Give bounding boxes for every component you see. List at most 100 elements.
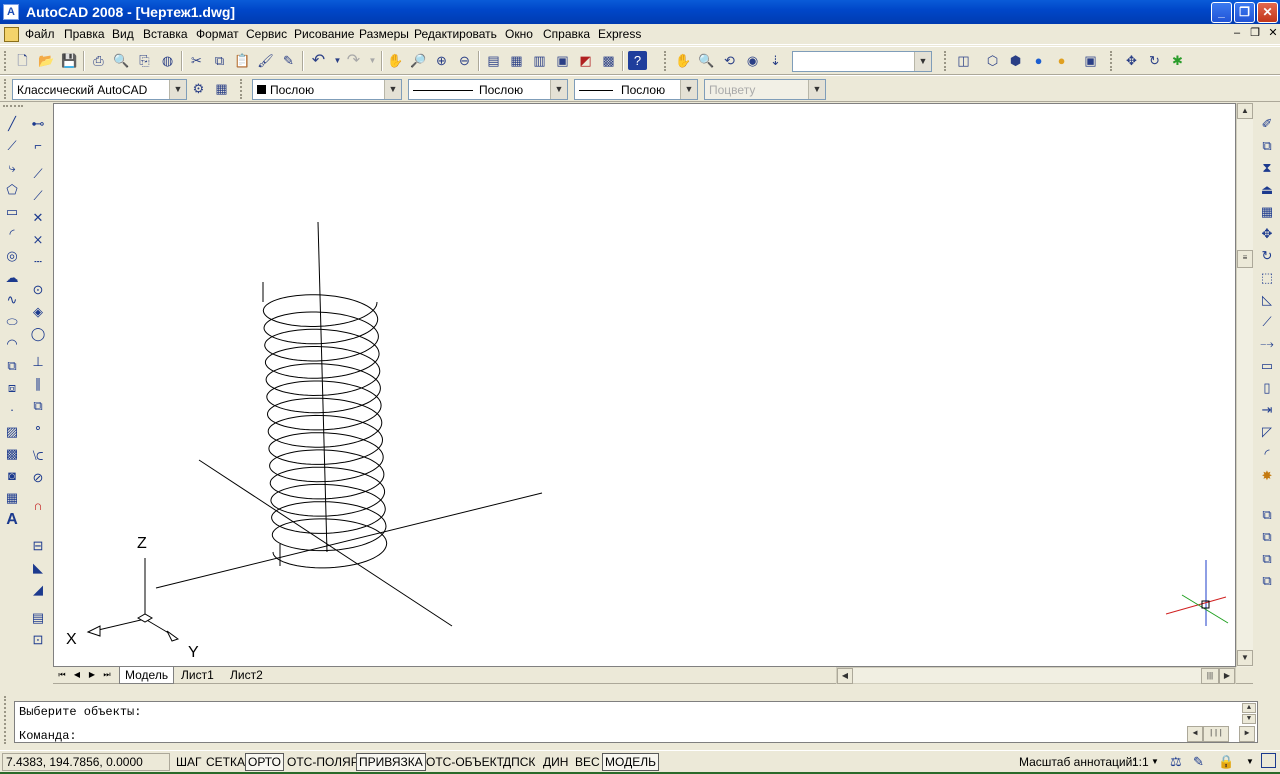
stretch-icon[interactable]: ◺	[1257, 290, 1277, 310]
sheet-set-manager-icon[interactable]: ▣	[553, 51, 572, 70]
snap-endpoint-icon[interactable]: ⟋	[28, 164, 48, 184]
tab-prev-icon[interactable]: ◀	[70, 667, 84, 684]
orbit-icon[interactable]: ⟲	[720, 51, 739, 70]
scroll-down-icon[interactable]: ▼	[1237, 650, 1253, 666]
3d-pan-icon[interactable]: ✥	[1122, 51, 1141, 70]
cmd-scroll-right-icon[interactable]: ▶	[1239, 726, 1255, 742]
hscroll-thumb[interactable]: |||	[1201, 668, 1219, 684]
toolbar-grip[interactable]	[240, 79, 244, 99]
help-icon[interactable]: ?	[628, 51, 647, 70]
linetype-control-combo[interactable]: Послою ▼	[408, 79, 568, 100]
status-menu-icon[interactable]: ▼	[1246, 757, 1254, 766]
3d-hidden-icon[interactable]: ⬢	[1006, 51, 1025, 70]
block-editor-icon[interactable]: ✎	[279, 51, 298, 70]
drawing-area[interactable]: Z X Y	[53, 103, 1236, 667]
draw-order-back-icon[interactable]: ⧉	[1257, 527, 1277, 547]
toolbar-grip[interactable]	[3, 105, 23, 109]
make-block-icon[interactable]: ⧈	[2, 378, 22, 398]
menu-file[interactable]: Файл	[25, 27, 55, 41]
toggle-osnap[interactable]: ПРИВЯЗКА	[356, 753, 426, 771]
move-icon[interactable]: ✥	[1257, 224, 1277, 244]
scroll-thumb[interactable]: ≡	[1237, 250, 1253, 268]
model-space-viewport[interactable]: Z X Y	[54, 104, 1237, 668]
toggle-grid[interactable]: СЕТКА	[203, 753, 248, 771]
toolbar-grip[interactable]	[1110, 51, 1114, 71]
close-button[interactable]: ✕	[1257, 2, 1278, 23]
tab-layout2[interactable]: Лист2	[225, 667, 268, 684]
realistic-icon[interactable]: ●	[1029, 51, 1048, 70]
toggle-ortho[interactable]: ОРТО	[245, 753, 284, 771]
command-window[interactable]: Выберите объекты: Команда: ▲ ▼ ◀ ||| ▶	[14, 701, 1258, 743]
snap-midpoint-icon[interactable]: ⟋	[28, 186, 48, 206]
horizontal-scrollbar[interactable]: ◀ ||| ▶	[836, 667, 1236, 684]
named-views-combo[interactable]: ▼	[792, 51, 932, 72]
arc-icon[interactable]: ◜	[2, 224, 22, 244]
snap-from-icon[interactable]: ⌐	[28, 136, 48, 156]
paste-icon[interactable]: 📋	[233, 51, 252, 70]
fillet-icon[interactable]: ◜	[1257, 444, 1277, 464]
scale-icon[interactable]: ⬚	[1257, 268, 1277, 288]
menu-dimension[interactable]: Размеры	[359, 27, 409, 41]
spline-icon[interactable]: ∿	[2, 290, 22, 310]
publish-icon[interactable]: ⎘	[135, 51, 154, 70]
rectangle-icon[interactable]: ▭	[2, 202, 22, 222]
zoom-window-icon[interactable]: ⊕	[432, 51, 451, 70]
snap-parallel-icon[interactable]: ∥	[28, 374, 48, 394]
menu-modify[interactable]: Редактировать	[414, 27, 497, 41]
3d-orbit-icon[interactable]: ↻	[1145, 51, 1164, 70]
properties-icon[interactable]: ▤	[484, 51, 503, 70]
trim-icon[interactable]: ⟋	[1257, 312, 1277, 332]
draw-order-under-icon[interactable]: ⧉	[1257, 571, 1277, 591]
cut-icon[interactable]: ✂	[187, 51, 206, 70]
cmd-scroll-up-icon[interactable]: ▲	[1242, 703, 1256, 713]
snap-none-icon[interactable]: ⊘	[28, 468, 48, 488]
line-icon[interactable]: ╱	[2, 114, 22, 134]
tab-last-icon[interactable]: ⏭	[100, 667, 114, 684]
snap-node-icon[interactable]: ∘	[28, 418, 48, 438]
markup-set-manager-icon[interactable]: ◩	[576, 51, 595, 70]
command-prompt[interactable]: Команда:	[19, 729, 77, 743]
dim-linear-icon[interactable]: ⊟	[28, 536, 48, 556]
free-orbit-icon[interactable]: ✱	[1168, 51, 1187, 70]
match-properties-icon[interactable]: 🖌	[256, 51, 275, 70]
scroll-up-icon[interactable]: ▲	[1237, 103, 1253, 119]
menu-draw[interactable]: Рисование	[294, 27, 354, 41]
cmd-scroll-left-icon[interactable]: ◀	[1187, 726, 1203, 742]
toolbar-grip[interactable]	[4, 79, 8, 99]
vertical-scrollbar[interactable]: ▲ ≡ ▼	[1236, 103, 1253, 667]
toggle-lwt[interactable]: ВЕС	[572, 753, 603, 771]
toolbar-grip[interactable]	[664, 51, 668, 71]
toolbar-grip[interactable]	[4, 51, 8, 71]
mtext-icon[interactable]: A	[2, 510, 22, 530]
menu-help[interactable]: Справка	[543, 27, 590, 41]
toggle-ducs[interactable]: ДПСК	[500, 753, 538, 771]
copy-clip-icon[interactable]: ⧉	[210, 51, 229, 70]
doc-minimize-button[interactable]: –	[1230, 28, 1244, 41]
tab-model[interactable]: Модель	[119, 667, 175, 684]
toggle-snap[interactable]: ШАГ	[173, 753, 205, 771]
chevron-down-icon[interactable]: ▼	[1151, 757, 1159, 766]
dim-ordinate-icon[interactable]: ▤	[28, 608, 48, 628]
region-icon[interactable]: ◙	[2, 466, 22, 486]
dim-arc-icon[interactable]: ◢	[28, 580, 48, 600]
cmd-scroll-down-icon[interactable]: ▼	[1242, 714, 1256, 724]
temp-track-icon[interactable]: ⊷	[28, 114, 48, 134]
my-workspace-icon[interactable]: ▦	[212, 79, 231, 98]
menu-tools[interactable]: Сервис	[246, 27, 287, 41]
erase-icon[interactable]: ✐	[1257, 114, 1277, 134]
chevron-down-icon[interactable]: ▼	[384, 80, 401, 99]
zoom-previous-icon[interactable]: ⊖	[455, 51, 474, 70]
table-icon[interactable]: ▦	[2, 488, 22, 508]
save-icon[interactable]: 💾	[60, 51, 79, 70]
array-icon[interactable]: ▦	[1257, 202, 1277, 222]
snap-perpendicular-icon[interactable]: ⊥	[28, 352, 48, 372]
chamfer-icon[interactable]: ◸	[1257, 422, 1277, 442]
3d-dwf-icon[interactable]: ◍	[158, 51, 177, 70]
menu-format[interactable]: Формат	[196, 27, 239, 41]
circle-icon[interactable]: ◎	[2, 246, 22, 266]
scroll-right-icon[interactable]: ▶	[1219, 668, 1235, 684]
rotate-icon[interactable]: ↻	[1257, 246, 1277, 266]
cmd-hscroll-thumb[interactable]: |||	[1203, 726, 1229, 742]
workspace-settings-icon[interactable]: ⚙	[189, 79, 208, 98]
ellipse-arc-icon[interactable]: ◠	[2, 334, 22, 354]
